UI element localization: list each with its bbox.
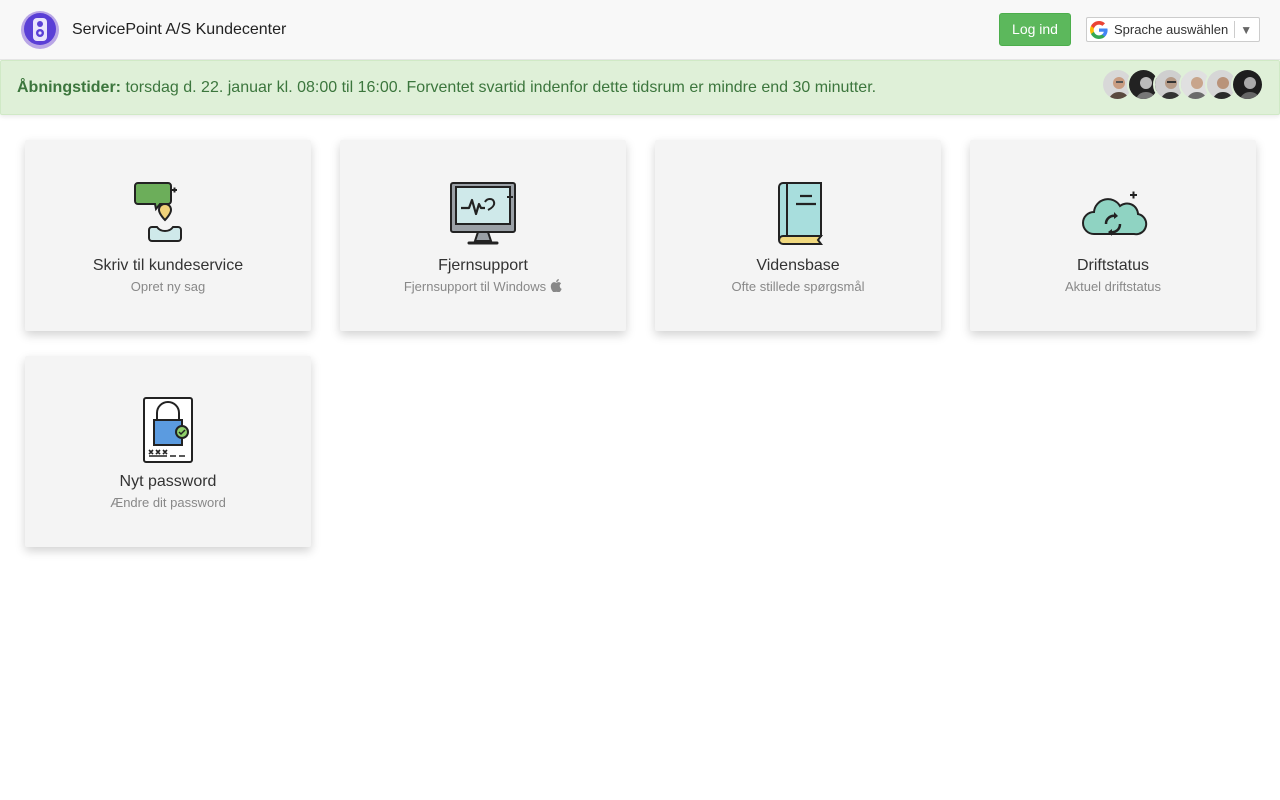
card-title: Driftstatus: [1076, 257, 1149, 274]
cloud-sync-icon: [1082, 191, 1148, 236]
monitor-pulse-icon: [450, 182, 516, 245]
card-subtitle: Fjernsupport til Windows: [340, 279, 626, 295]
top-navbar: ServicePoint A/S Kundecenter Log ind Spr…: [0, 0, 1280, 60]
brand-title[interactable]: ServicePoint A/S Kundecenter: [72, 20, 286, 40]
lock-password-icon: [143, 397, 193, 463]
google-icon: [1090, 20, 1108, 39]
language-separator: [1234, 21, 1236, 38]
language-selector[interactable]: Sprache auswählen ▼: [1086, 17, 1260, 42]
card-remote-support[interactable]: Fjernsupport Fjernsupport til Windows: [340, 140, 626, 331]
staff-avatars: [1101, 68, 1265, 101]
card-subtitle: Ofte stillede spørgsmål: [731, 279, 865, 294]
avatar: [1231, 68, 1264, 101]
opening-hours-message: Åbningstider: torsdag d. 22. januar kl. …: [17, 78, 876, 98]
chat-person-icon: [134, 182, 182, 242]
card-title: Nyt password: [119, 473, 217, 490]
opening-hours-label: Åbningstider:: [17, 79, 121, 96]
login-button[interactable]: Log ind: [999, 13, 1071, 46]
card-subtitle: Ændre dit password: [110, 495, 226, 510]
opening-hours-banner: Åbningstider: torsdag d. 22. januar kl. …: [0, 60, 1280, 115]
apple-icon[interactable]: [550, 279, 562, 292]
card-new-password[interactable]: Nyt password Ændre dit password: [25, 356, 311, 547]
language-label: Sprache auswählen: [1114, 22, 1229, 37]
card-write-customer-service[interactable]: Skriv til kundeservice Opret ny sag: [25, 140, 311, 331]
card-title: Skriv til kundeservice: [92, 257, 244, 274]
dropdown-arrow-icon: ▼: [1240, 22, 1253, 37]
card-subtitle-text: Fjernsupport til Windows: [403, 279, 547, 294]
opening-hours-text: torsdag d. 22. januar kl. 08:00 til 16:0…: [121, 79, 877, 96]
card-knowledge-base[interactable]: Vidensbase Ofte stillede spørgsmål: [655, 140, 941, 331]
card-subtitle: Opret ny sag: [130, 279, 206, 294]
card-title: Vidensbase: [756, 257, 840, 274]
card-subtitle: Aktuel driftstatus: [1064, 279, 1162, 294]
card-title: Fjernsupport: [438, 257, 528, 274]
card-service-status[interactable]: Driftstatus Aktuel driftstatus: [970, 140, 1256, 331]
servicepoint-logo-icon[interactable]: [20, 10, 60, 50]
book-icon: [777, 182, 823, 245]
